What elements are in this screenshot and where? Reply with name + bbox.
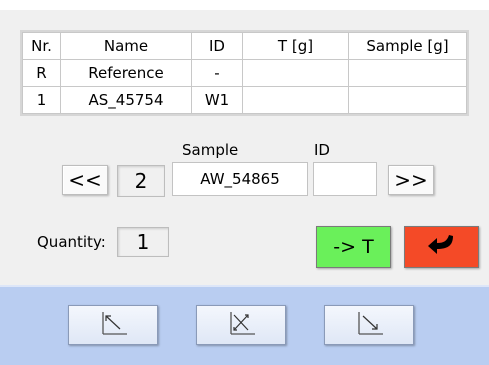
cell-sample: [348, 86, 467, 114]
back-button[interactable]: [404, 226, 479, 268]
header-sample: Sample [g]: [348, 32, 467, 60]
tare-button[interactable]: -> T: [316, 226, 391, 268]
cell-id: W1: [191, 86, 243, 114]
tool-button-up-left[interactable]: [68, 305, 158, 345]
cell-nr: 1: [22, 86, 61, 114]
quantity-value: 1: [117, 227, 169, 257]
sample-label: Sample: [182, 141, 239, 159]
toolbar-separator: [0, 285, 489, 287]
samples-table: Nr. Name ID T [g] Sample [g] R Reference…: [20, 30, 469, 116]
previous-button[interactable]: <<: [62, 165, 108, 195]
tool-button-cross[interactable]: [196, 305, 286, 345]
sample-name-field[interactable]: AW_54865: [172, 162, 308, 196]
header-name: Name: [60, 32, 192, 60]
bottom-toolbar: [0, 285, 489, 365]
app-window: Nr. Name ID T [g] Sample [g] R Reference…: [0, 0, 489, 365]
sample-index: 2: [117, 165, 165, 197]
header-id: ID: [191, 32, 243, 60]
table-header-row: Nr. Name ID T [g] Sample [g]: [22, 32, 467, 60]
sample-id-field[interactable]: [313, 162, 377, 196]
return-arrow-icon: [425, 232, 459, 262]
cell-tare: [242, 86, 349, 114]
next-button[interactable]: >>: [388, 165, 434, 195]
arrow-down-right-icon: [352, 309, 386, 341]
arrow-cross-icon: [224, 309, 258, 341]
cell-name: Reference: [60, 59, 192, 87]
table-row[interactable]: R Reference -: [22, 59, 467, 87]
quantity-label: Quantity:: [37, 233, 106, 251]
arrow-up-left-icon: [96, 309, 130, 341]
header-tare: T [g]: [242, 32, 349, 60]
cell-sample: [348, 59, 467, 87]
cell-name: AS_45754: [60, 86, 192, 114]
cell-nr: R: [22, 59, 61, 87]
table-row[interactable]: 1 AS_45754 W1: [22, 86, 467, 114]
top-strip: [0, 0, 489, 10]
header-nr: Nr.: [22, 32, 61, 60]
cell-tare: [242, 59, 349, 87]
cell-id: -: [191, 59, 243, 87]
id-label: ID: [314, 141, 330, 159]
tool-button-down-right[interactable]: [324, 305, 414, 345]
